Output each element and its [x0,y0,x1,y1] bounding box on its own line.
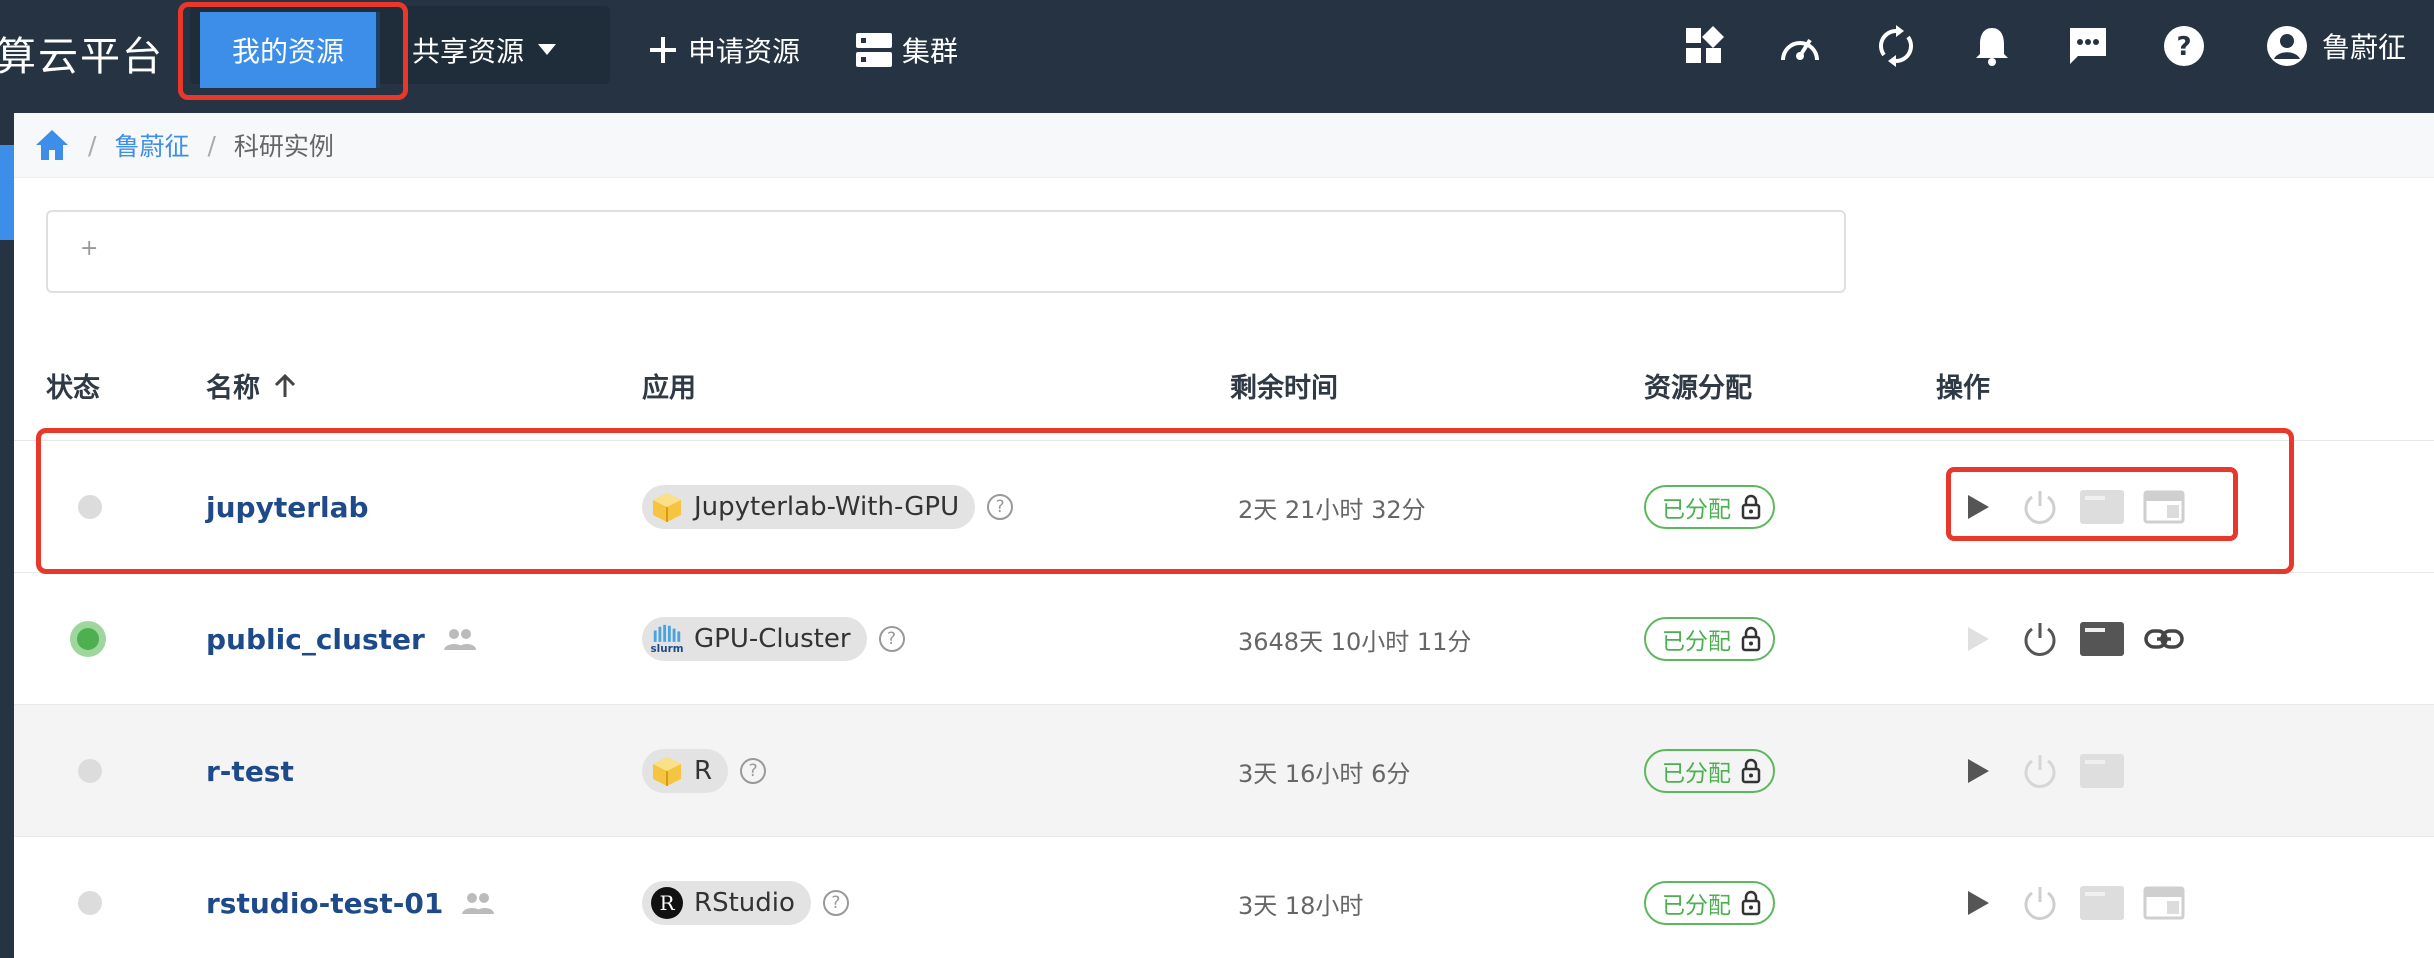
cube-icon [650,754,684,788]
app-chip[interactable]: R RStudio [642,881,811,925]
home-icon[interactable] [34,127,70,163]
status-dot [78,891,102,915]
cluster-button[interactable]: 集群 [856,12,958,88]
app-name: GPU-Cluster [694,624,851,654]
apply-resources-label: 申请资源 [688,35,801,68]
help-circle-icon[interactable]: ? [822,890,849,916]
app-chip[interactable]: R [642,749,729,793]
remaining-time: 3天 16小时 6分 [1238,759,1411,788]
brand-title: 算云平台 [0,34,164,80]
left-sidebar-active-indicator [0,145,14,240]
breadcrumb-user-link[interactable]: 鲁蔚征 [114,127,189,163]
dashboard-icon[interactable] [1680,22,1728,70]
breadcrumb: / 鲁蔚征 / 科研实例 [14,113,2434,178]
shared-users-icon [443,629,476,650]
status-dot [78,759,102,783]
web-ui-icon[interactable] [2142,881,2186,925]
allocation-badge: 已分配 [1644,749,1775,793]
allocation-label: 已分配 [1662,893,1731,919]
column-remaining: 剩余时间 [1230,373,1338,404]
terminal-icon[interactable] [2080,749,2124,793]
highlight-box-my-resources [178,2,408,100]
shared-resources-label: 共享资源 [412,35,525,68]
breadcrumb-separator: / [88,130,97,160]
terminal-icon[interactable] [2080,617,2124,661]
instance-name-link[interactable]: public_cluster [206,623,425,656]
sort-ascending-icon [274,373,296,397]
instance-name-link[interactable]: r-test [206,755,294,788]
power-icon[interactable] [2018,617,2062,661]
app-chip[interactable]: slurm GPU-Cluster [642,617,867,661]
start-icon[interactable] [1956,617,2000,661]
cluster-label: 集群 [902,35,959,68]
slurm-icon: slurm [650,622,684,656]
allocation-label: 已分配 [1662,761,1731,787]
svg-text:slurm: slurm [650,643,683,655]
allocation-label: 已分配 [1662,629,1731,655]
user-menu[interactable]: 鲁蔚征 [2266,22,2406,70]
svg-text:R: R [659,891,675,915]
plus-icon [650,37,676,63]
account-icon [2267,26,2307,66]
column-actions: 操作 [1936,373,1990,404]
help-circle-icon[interactable]: ? [740,758,767,784]
app-name: R [694,756,713,786]
link-icon[interactable] [2142,617,2186,661]
server-icon [856,33,892,67]
column-name-label: 名称 [206,373,260,404]
column-name[interactable]: 名称 [206,366,296,405]
start-icon[interactable] [1956,749,2000,793]
column-app: 应用 [642,373,696,404]
filter-input[interactable]: + [46,210,1846,293]
speedometer-icon[interactable] [1776,22,1824,70]
rstudio-icon: R [650,886,684,920]
message-icon[interactable] [2064,22,2112,70]
top-bar: 算云平台 我的资源 共享资源 申请资源 集群 ? 鲁蔚征 [0,0,2434,113]
start-icon[interactable] [1956,881,2000,925]
remaining-time: 3648天 10小时 11分 [1238,627,1472,656]
column-status: 状态 [46,373,100,404]
apply-resources-button[interactable]: 申请资源 [648,12,800,88]
bell-icon[interactable] [1968,22,2016,70]
sync-icon[interactable] [1872,22,1920,70]
breadcrumb-separator: / [207,130,216,160]
svg-text:?: ? [2176,32,2191,62]
terminal-icon[interactable] [2080,881,2124,925]
column-allocation: 资源分配 [1644,373,1752,404]
status-dot-running [70,621,106,657]
allocation-badge: 已分配 [1644,881,1775,925]
help-icon[interactable]: ? [2160,22,2208,70]
shared-users-icon [462,893,495,914]
lock-icon [1741,890,1761,916]
table-row: public_cluster slurm GPU-Cluster ? 3648天… [14,572,2434,704]
table-row: r-test R ? 3天 16小时 6分 已分配 [14,704,2434,836]
lock-icon [1741,626,1761,652]
allocation-badge: 已分配 [1644,617,1775,661]
user-name: 鲁蔚征 [2322,31,2407,64]
table-header: 状态 名称 应用 剩余时间 资源分配 操作 [14,350,2434,440]
lock-icon [1741,758,1761,784]
power-icon[interactable] [2018,749,2062,793]
instance-name-link[interactable]: rstudio-test-01 [206,887,443,920]
app-name: RStudio [694,888,795,918]
power-icon[interactable] [2018,881,2062,925]
highlight-box-actions [1946,467,2238,541]
shared-resources-dropdown[interactable]: 共享资源 [412,12,557,88]
help-circle-icon[interactable]: ? [878,626,905,652]
table-row: rstudio-test-01 R RStudio ? 3天 18小时 已分配 [14,836,2434,958]
remaining-time: 3天 18小时 [1238,891,1364,920]
breadcrumb-current: 科研实例 [233,132,334,161]
filter-placeholder: + [80,236,99,261]
caret-down-icon [538,44,557,55]
